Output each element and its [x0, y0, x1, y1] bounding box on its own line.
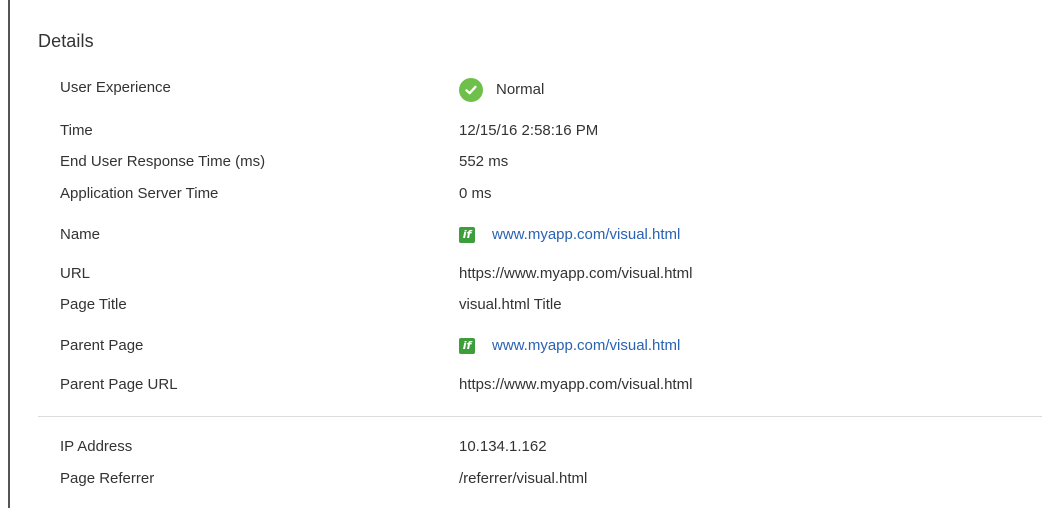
user-experience-status: Normal [496, 80, 545, 98]
detail-row-name: Name if www.myapp.com/visual.html [0, 224, 1042, 246]
row-label: Page Referrer [60, 470, 155, 487]
row-label: Application Server Time [60, 185, 219, 202]
detail-row-url: URL https://www.myapp.com/visual.html [0, 263, 1042, 285]
detail-row-time: Time 12/15/16 2:58:16 PM [0, 120, 1042, 142]
row-value: https://www.myapp.com/visual.html [459, 376, 693, 393]
row-label: Parent Page [60, 337, 144, 354]
row-label: URL [60, 265, 91, 282]
row-value: 552 ms [459, 153, 509, 170]
section-title: Details [38, 31, 94, 51]
page-type-icon: if [459, 227, 475, 243]
row-value: if www.myapp.com/visual.html [459, 335, 680, 357]
parent-page-link[interactable]: www.myapp.com/visual.html [492, 335, 680, 357]
row-label: Parent Page URL [60, 376, 178, 393]
row-label: Time [60, 122, 93, 139]
row-label: User Experience [60, 79, 171, 96]
detail-row-parent-page: Parent Page if www.myapp.com/visual.html [0, 335, 1042, 357]
check-circle-icon [459, 78, 483, 102]
detail-row-page-title: Page Title visual.html Title [0, 294, 1042, 316]
row-label: End User Response Time (ms) [60, 153, 266, 170]
detail-row-page-referrer: Page Referrer /referrer/visual.html [0, 468, 1042, 490]
row-value: 10.134.1.162 [459, 438, 547, 455]
detail-row-end-user-response-time: End User Response Time (ms) 552 ms [0, 151, 1042, 173]
row-value: /referrer/visual.html [459, 470, 588, 487]
row-value: 12/15/16 2:58:16 PM [459, 122, 599, 139]
row-value: 0 ms [459, 185, 492, 202]
detail-row-ip-address: IP Address 10.134.1.162 [0, 436, 1042, 458]
row-label: IP Address [60, 438, 133, 455]
row-value: if www.myapp.com/visual.html [459, 224, 680, 246]
detail-row-application-server-time: Application Server Time 0 ms [0, 183, 1042, 205]
detail-row-parent-page-url: Parent Page URL https://www.myapp.com/vi… [0, 374, 1042, 396]
section-divider [38, 416, 1042, 417]
detail-row-user-experience: User Experience Normal [0, 77, 1042, 102]
row-value: visual.html Title [459, 296, 562, 313]
row-value: https://www.myapp.com/visual.html [459, 265, 693, 282]
details-panel: Details User Experience Normal Time 12/1… [0, 0, 1042, 508]
row-label: Page Title [60, 296, 127, 313]
page-type-icon: if [459, 338, 475, 354]
row-value: Normal [459, 77, 544, 102]
name-link[interactable]: www.myapp.com/visual.html [492, 224, 680, 246]
row-label: Name [60, 226, 101, 243]
